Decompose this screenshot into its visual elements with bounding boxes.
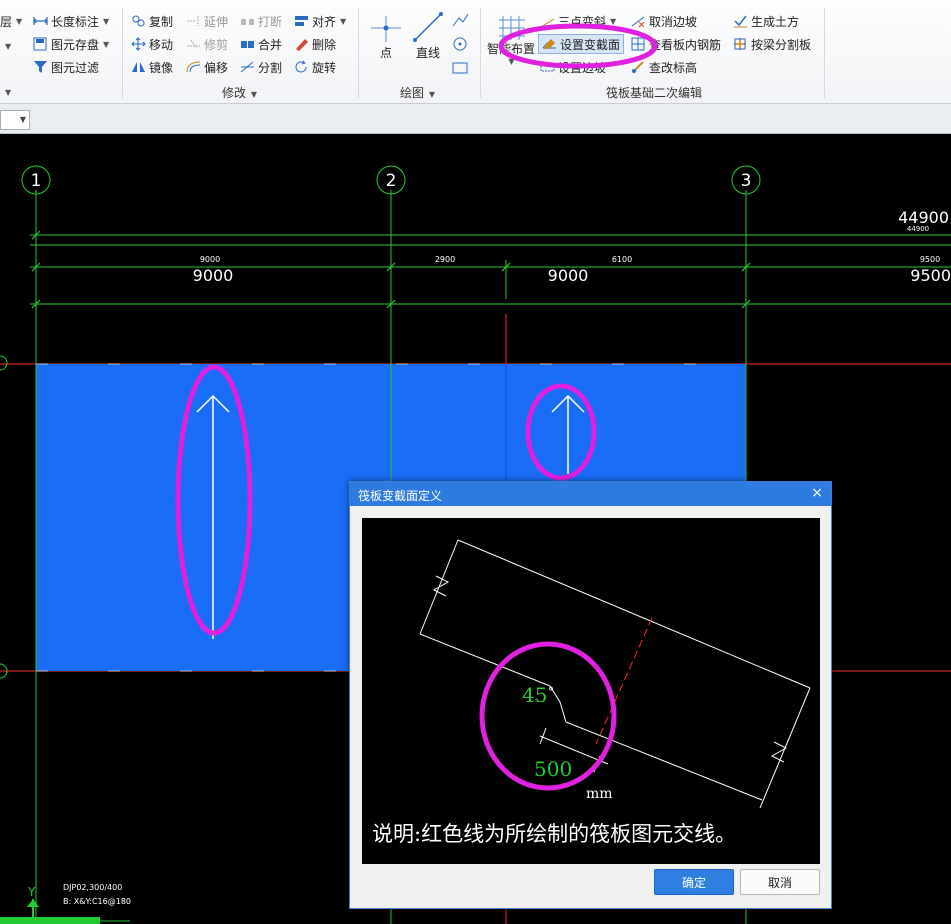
dialog-title: 筏板变截面定义 <box>358 489 443 503</box>
element-info-line1: DJP02,300/400 <box>63 883 122 892</box>
angle-unit: ° <box>548 685 554 699</box>
dim-small-4: 9500 <box>920 255 940 264</box>
axis-label-1: 1 <box>31 171 42 191</box>
section-diagram: 45 ° 500 mm <box>419 539 811 809</box>
dialog-titlebar[interactable]: 筏板变截面定义 × <box>350 482 831 506</box>
section-definition-dialog: 筏板变截面定义 × 45 ° 500 mm 说明:红色线为所绘制的筏板图元交线。… <box>349 481 832 909</box>
dim-large-2: 9000 <box>548 266 589 285</box>
dim-small-2: 2900 <box>435 255 455 264</box>
highlight-ellipse-ribbon <box>498 23 658 69</box>
dim-small-3: 6100 <box>612 255 632 264</box>
layer-combo-box[interactable]: ▼ <box>0 110 30 130</box>
width-value: 500 <box>534 757 572 781</box>
dim-large-3: 9500 <box>910 266 951 285</box>
close-icon[interactable]: × <box>811 485 823 501</box>
dim-total-small: 44900 <box>907 225 929 233</box>
dialog-note: 说明:红色线为所绘制的筏板图元交线。 <box>372 822 737 846</box>
chevron-down-icon: ▼ <box>19 115 26 124</box>
ok-button[interactable]: 确定 <box>654 869 734 895</box>
slab-outline <box>419 539 811 809</box>
dim-large-1: 9000 <box>193 266 234 285</box>
axis-label-2: 2 <box>386 171 397 191</box>
cancel-button[interactable]: 取消 <box>740 869 820 895</box>
secondary-toolbar: ▼ <box>0 104 951 134</box>
axis-label-3: 3 <box>741 171 752 191</box>
element-info-line2: B: X&Y:C16@180 <box>63 897 131 906</box>
ribbon-toolbar: 层 ▼ ▼ 长度标注 ▼ 图元存盘 ▼ 图元过滤 ▼ 复制 延伸 打断 对齐 ▼ 移动 … <box>0 0 951 104</box>
section-preview: 45 ° 500 mm 说明:红色线为所绘制的筏板图元交线。 <box>362 518 820 864</box>
angle-value: 45 <box>522 683 547 707</box>
dim-small-1: 9000 <box>200 255 220 264</box>
ucs-y-label: Y <box>27 885 36 899</box>
unit-label: mm <box>586 786 613 802</box>
